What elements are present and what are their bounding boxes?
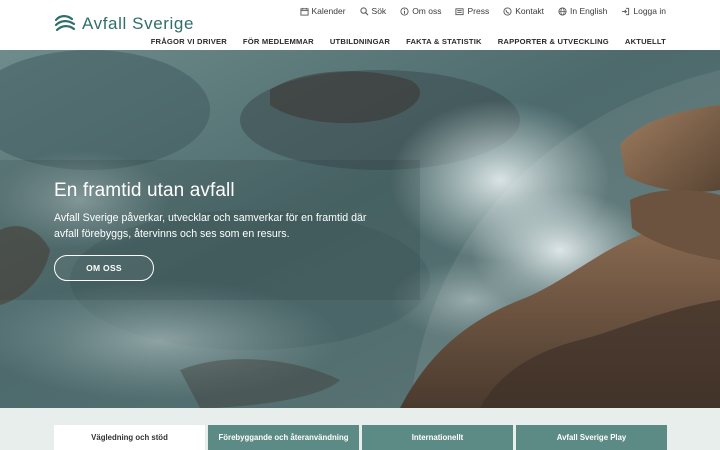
login-icon [622,7,630,15]
utility-label: Logga in [633,6,666,16]
utility-nav: Kalender Sök Om oss Press Kontakt In Eng… [299,6,666,16]
tab-avfall-sverige-play[interactable]: Avfall Sverige Play [516,425,667,450]
utility-link-logga-in[interactable]: Logga in [621,6,666,16]
site-header: Avfall Sverige Kalender Sök Om oss Press [0,0,720,50]
nav-item-fragor-vi-driver[interactable]: FRÅGOR VI DRIVER [151,37,227,46]
newspaper-icon [455,7,465,15]
utility-label: Kalender [311,6,346,16]
info-icon [400,6,409,16]
tabs-section: Vägledning och stöd Förebyggande och åte… [0,408,720,450]
utility-link-kontakt[interactable]: Kontakt [503,6,544,16]
utility-label: Sök [371,6,387,16]
utility-label: Kontakt [515,6,545,16]
utility-label: Om oss [412,6,442,16]
utility-link-press[interactable]: Press [455,6,489,16]
tab-internationellt[interactable]: Internationellt [362,425,513,450]
hero-title: En framtid utan avfall [54,180,235,201]
globe-icon [558,6,567,16]
nav-item-fakta-statistik[interactable]: FAKTA & STATISTIK [406,37,482,46]
tab-vagledning-och-stod[interactable]: Vägledning och stöd [54,425,205,450]
nav-item-rapporter-utveckling[interactable]: RAPPORTER & UTVECKLING [498,37,609,46]
page: Avfall Sverige Kalender Sök Om oss Press [0,0,720,450]
utility-label: In English [570,6,608,16]
logo-text: Avfall Sverige [82,14,195,33]
nav-item-aktuellt[interactable]: AKTUELLT [625,37,666,46]
site-logo[interactable]: Avfall Sverige [54,14,194,34]
nav-item-for-medlemmar[interactable]: FÖR MEDLEMMAR [243,37,314,46]
calendar-icon [299,7,309,16]
wave-logo-icon [54,15,76,32]
utility-label: Press [467,6,490,16]
hero-description: Avfall Sverige påverkar, utvecklar och s… [54,212,367,240]
main-nav: FRÅGOR VI DRIVER FÖR MEDLEMMAR UTBILDNIN… [151,37,666,46]
utility-link-sok[interactable]: Sök [359,6,387,16]
utility-link-in-english[interactable]: In English [558,6,607,16]
tab-forebyggande-och-ateranvandning[interactable]: Förebyggande och återanvändning [208,425,359,450]
om-oss-button[interactable]: OM OSS [54,255,154,281]
utility-link-om-oss[interactable]: Om oss [400,6,441,16]
search-icon [359,6,369,15]
phone-icon [503,6,512,16]
utility-link-kalender[interactable]: Kalender [299,6,346,16]
tab-bar: Vägledning och stöd Förebyggande och åte… [54,425,667,450]
nav-item-utbildningar[interactable]: UTBILDNINGAR [330,37,390,46]
hero-banner: En framtid utan avfall Avfall Sverige på… [0,50,720,408]
